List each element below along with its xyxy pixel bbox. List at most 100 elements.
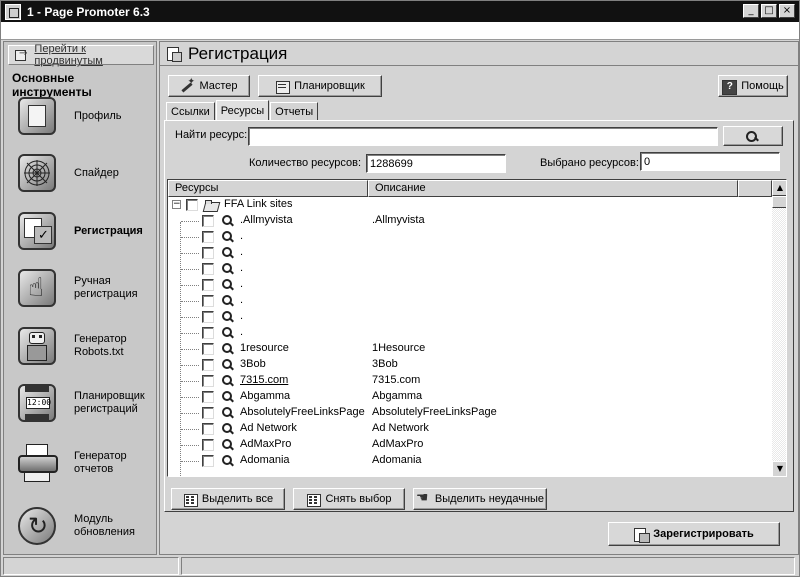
- table-row[interactable]: .: [168, 229, 772, 245]
- magnifier-icon[interactable]: [221, 423, 234, 436]
- register-button[interactable]: Зарегистрировать: [608, 522, 780, 546]
- magnifier-icon[interactable]: [221, 263, 234, 276]
- magnifier-icon[interactable]: [221, 407, 234, 420]
- sidebar-item-robots-generator[interactable]: Генератор Robots.txt: [10, 318, 154, 374]
- row-checkbox[interactable]: [202, 231, 214, 243]
- row-checkbox[interactable]: [202, 439, 214, 451]
- table-row[interactable]: AdMaxPro AdMaxPro: [168, 437, 772, 453]
- row-checkbox[interactable]: [202, 311, 214, 323]
- column-header-resources[interactable]: Ресурсы: [168, 180, 368, 197]
- table-row[interactable]: .: [168, 293, 772, 309]
- row-checkbox[interactable]: [202, 423, 214, 435]
- resource-description: AdMaxPro: [372, 438, 424, 450]
- table-row[interactable]: .: [168, 261, 772, 277]
- tab-resources[interactable]: Ресурсы: [215, 100, 270, 120]
- table-row[interactable]: 1resource 1Hesource: [168, 341, 772, 357]
- group-name: FFA Link sites: [224, 198, 293, 210]
- resource-name: AbsolutelyFreeLinksPage: [240, 406, 365, 418]
- advanced-tools-link[interactable]: Перейти к продвинутым: [8, 43, 154, 67]
- table-row[interactable]: .: [168, 245, 772, 261]
- sidebar-item-profile[interactable]: Профиль: [10, 88, 154, 144]
- sidebar-item-label-2: регистраций: [74, 403, 138, 415]
- sidebar-item-spider[interactable]: Спайдер: [10, 145, 154, 201]
- close-icon[interactable]: ×: [779, 4, 795, 18]
- group-checkbox[interactable]: [186, 199, 198, 211]
- resource-description: Ad Network: [372, 422, 429, 434]
- magnifier-icon[interactable]: [221, 295, 234, 308]
- sidebar-item-report-generator[interactable]: Генератор отчетов: [10, 435, 154, 491]
- row-checkbox[interactable]: [202, 391, 214, 403]
- table-row[interactable]: 7315.com 7315.com: [168, 373, 772, 389]
- magnifier-icon[interactable]: [221, 343, 234, 356]
- magnifier-icon[interactable]: [221, 455, 234, 468]
- wizard-button[interactable]: Мастер: [168, 75, 250, 97]
- table-row[interactable]: .: [168, 309, 772, 325]
- magnifier-icon[interactable]: [221, 391, 234, 404]
- magnifier-icon[interactable]: [221, 215, 234, 228]
- table-row[interactable]: 3Bob 3Bob: [168, 357, 772, 373]
- scroll-down-icon[interactable]: ▼: [772, 461, 786, 476]
- scroll-thumb[interactable]: [772, 196, 786, 208]
- help-button[interactable]: Помощь: [718, 75, 788, 97]
- tab-links[interactable]: Ссылки: [166, 102, 215, 120]
- table-row[interactable]: Abgamma Abgamma: [168, 389, 772, 405]
- title-bar[interactable]: 1 - Page Promoter 6.3 _ □ ×: [1, 1, 799, 22]
- select-all-button[interactable]: Выделить все: [171, 488, 285, 510]
- sidebar-item-manual-registration[interactable]: ☝ Ручная регистрация: [10, 260, 154, 316]
- sidebar-item-label-2: регистрация: [74, 288, 138, 300]
- tab-reports[interactable]: Отчеты: [270, 102, 319, 120]
- search-input[interactable]: [248, 127, 718, 146]
- scheduler-button[interactable]: Планировщик: [258, 75, 382, 97]
- resource-name: 1resource: [240, 342, 289, 354]
- magnifier-icon[interactable]: [221, 327, 234, 340]
- sidebar-item-label: Регистрация: [74, 224, 143, 237]
- table-row[interactable]: Ad Network Ad Network: [168, 421, 772, 437]
- tree-line: [181, 269, 199, 270]
- row-checkbox[interactable]: [202, 407, 214, 419]
- magnifier-icon[interactable]: [221, 375, 234, 388]
- tree-line: [181, 413, 199, 414]
- tree-line: [181, 397, 199, 398]
- tree-line: [181, 429, 199, 430]
- collapse-icon[interactable]: −: [172, 200, 181, 209]
- scroll-up-icon[interactable]: ▲: [772, 180, 786, 196]
- magnifier-icon[interactable]: [221, 439, 234, 452]
- resource-name[interactable]: 7315.com: [240, 374, 288, 386]
- column-header-description[interactable]: Описание: [368, 180, 738, 197]
- scheduler-button-label: Планировщик: [294, 80, 365, 92]
- minimize-icon[interactable]: _: [743, 4, 759, 18]
- row-checkbox[interactable]: [202, 327, 214, 339]
- magnifier-icon[interactable]: [221, 359, 234, 372]
- row-checkbox[interactable]: [202, 279, 214, 291]
- sidebar-item-scheduler[interactable]: 12:00 Планировщик регистраций: [10, 375, 154, 431]
- grid-header: Ресурсы Описание: [168, 180, 772, 197]
- row-checkbox[interactable]: [202, 343, 214, 355]
- vertical-scrollbar[interactable]: ▲ ▼: [772, 180, 786, 476]
- group-row[interactable]: − FFA Link sites: [168, 197, 772, 213]
- row-checkbox[interactable]: [202, 215, 214, 227]
- magnifier-icon[interactable]: [221, 311, 234, 324]
- table-row[interactable]: AbsolutelyFreeLinksPage AbsolutelyFreeLin…: [168, 405, 772, 421]
- table-row[interactable]: .Allmyvista .Allmyvista: [168, 213, 772, 229]
- row-checkbox[interactable]: [202, 455, 214, 467]
- table-row[interactable]: .: [168, 277, 772, 293]
- sidebar-item-registration[interactable]: ✓ Регистрация: [10, 203, 154, 259]
- table-row[interactable]: .: [168, 325, 772, 341]
- row-checkbox[interactable]: [202, 295, 214, 307]
- resource-count-label: Количество ресурсов:: [249, 157, 361, 169]
- magnifier-icon[interactable]: [221, 247, 234, 260]
- sidebar-item-update-module[interactable]: ↻ Модуль обновления: [10, 498, 154, 554]
- maximize-icon[interactable]: □: [761, 4, 777, 18]
- row-checkbox[interactable]: [202, 359, 214, 371]
- magnifier-icon[interactable]: [221, 231, 234, 244]
- table-row[interactable]: Adomania Adomania: [168, 453, 772, 469]
- row-checkbox[interactable]: [202, 263, 214, 275]
- magnifier-icon[interactable]: [221, 279, 234, 292]
- row-checkbox[interactable]: [202, 375, 214, 387]
- select-failed-button[interactable]: Выделить неудачные: [413, 488, 547, 510]
- deselect-button[interactable]: Снять выбор: [293, 488, 405, 510]
- search-button[interactable]: [723, 126, 783, 146]
- row-checkbox[interactable]: [202, 247, 214, 259]
- app-icon[interactable]: [5, 3, 21, 20]
- status-panel-left: [3, 557, 179, 575]
